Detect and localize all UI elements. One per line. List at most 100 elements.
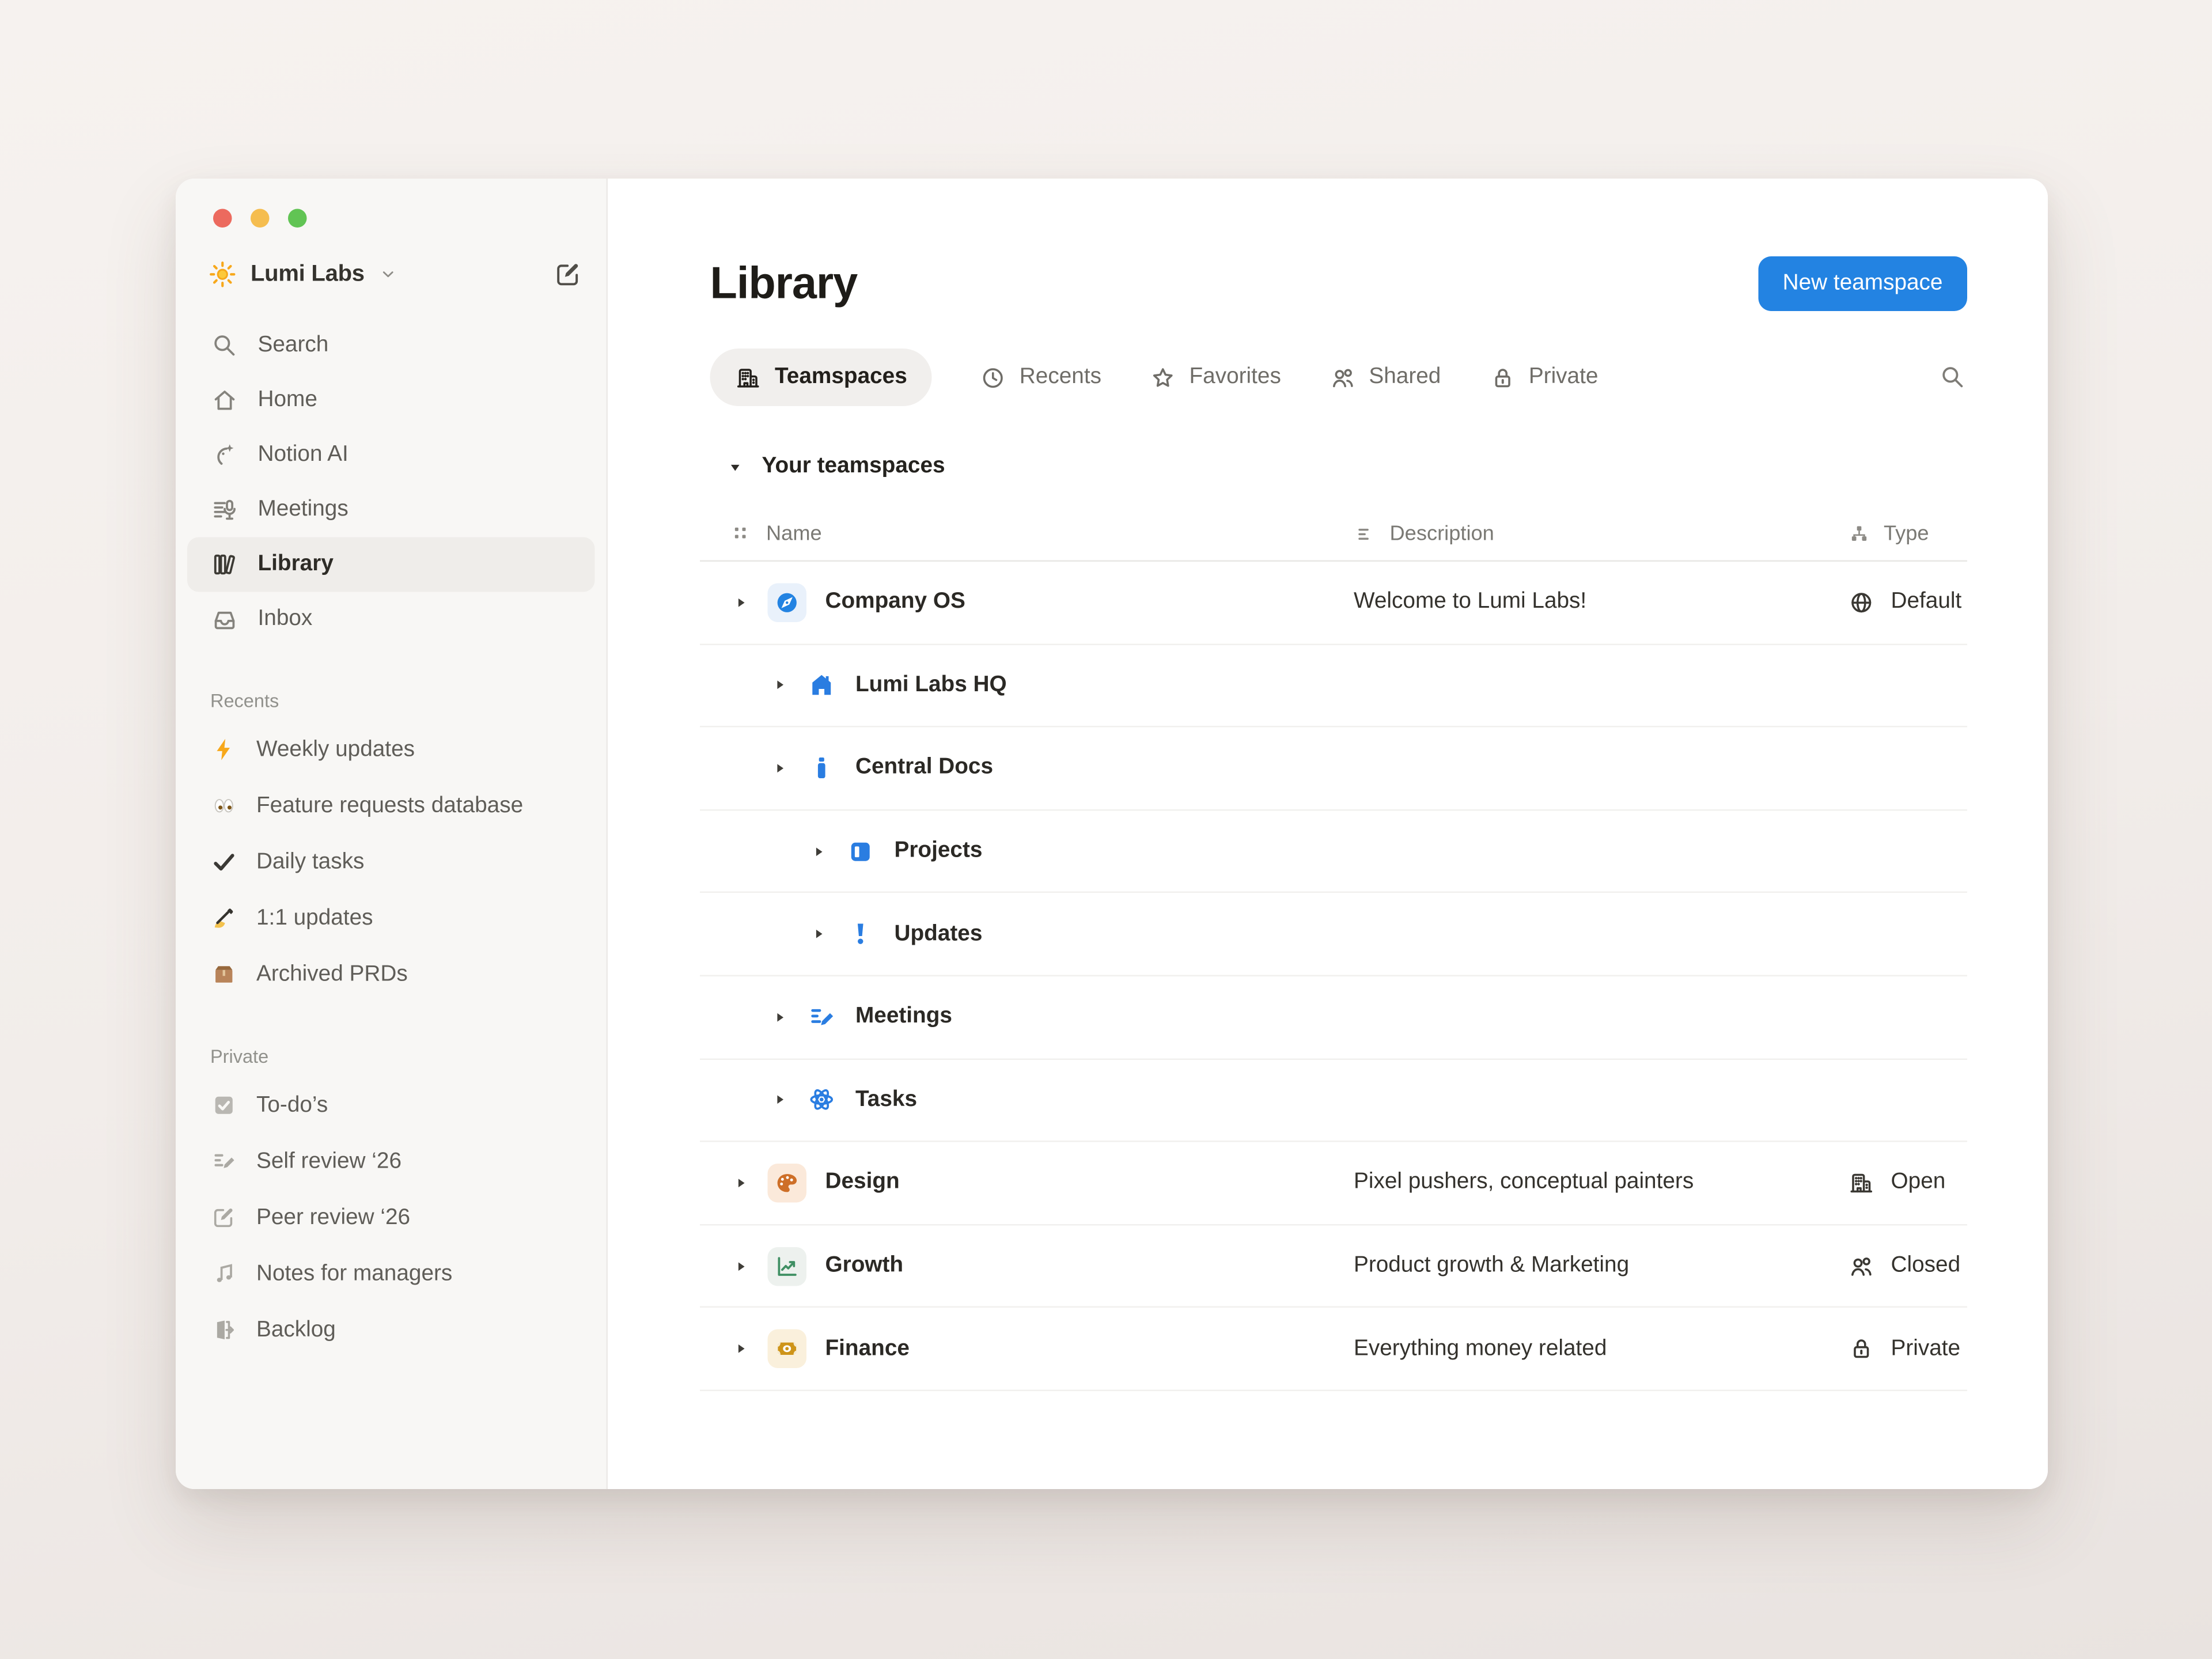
sidebar-item-label: Notion AI (258, 442, 349, 468)
expand-triangle-icon[interactable] (772, 677, 788, 694)
sidebar-item-peer-review-26[interactable]: Peer review ‘26 (187, 1190, 595, 1246)
table-row-central-docs[interactable]: Central Docs (700, 728, 1967, 810)
sidebar-section-recents: RecentsWeekly updatesFeature requests da… (187, 683, 595, 1002)
lines-icon (1354, 522, 1377, 545)
atom-icon (806, 1085, 837, 1115)
expand-triangle-icon[interactable] (733, 1175, 749, 1191)
sidebar-item-label: Weekly updates (256, 737, 415, 763)
meetings-icon (210, 495, 239, 524)
traffic-light-zoom[interactable] (288, 209, 307, 228)
meet-pen-icon (806, 1002, 837, 1032)
cell-description: Product growth & Marketing (1354, 1253, 1848, 1279)
sidebar-item-inbox[interactable]: Inbox (187, 592, 595, 647)
cell-name: Design (700, 1164, 1354, 1203)
type-label: Open (1891, 1170, 1946, 1196)
sidebar-item-self-review-26[interactable]: Self review ‘26 (187, 1134, 595, 1190)
sidebar-item-notion-ai[interactable]: Notion AI (187, 428, 595, 483)
sidebar-item-backlog[interactable]: Backlog (187, 1302, 595, 1358)
tab-recents[interactable]: Recents (979, 363, 1101, 391)
tab-teamspaces[interactable]: Teamspaces (710, 349, 932, 406)
sidebar-item-meetings[interactable]: Meetings (187, 483, 595, 537)
doc-marker-icon (806, 753, 837, 783)
main-panel: Library New teamspace Teamspaces Recents F… (608, 179, 2048, 1489)
exclaim-icon (846, 919, 876, 949)
tab-private[interactable]: Private (1488, 363, 1599, 391)
expand-triangle-icon[interactable] (772, 1092, 788, 1108)
column-header-name[interactable]: Name (700, 522, 1354, 545)
column-label: Type (1884, 522, 1929, 545)
expand-triangle-icon[interactable] (772, 760, 788, 777)
tab-shared[interactable]: Shared (1328, 363, 1441, 391)
cell-type: Private (1848, 1335, 1968, 1363)
table-row-updates[interactable]: Updates (700, 893, 1967, 976)
cell-name: Lumi Labs HQ (700, 670, 1354, 700)
compose-icon[interactable] (553, 259, 584, 290)
sidebar-item-weekly-updates[interactable]: Weekly updates (187, 722, 595, 778)
tab-label: Teamspaces (775, 365, 907, 391)
lock-icon (1848, 1335, 1876, 1363)
teamspace-name: Updates (895, 921, 983, 947)
table-row-growth[interactable]: GrowthProduct growth & MarketingClosed (700, 1225, 1967, 1308)
globe-icon (1848, 589, 1876, 616)
sidebar-item-label: Backlog (256, 1317, 336, 1343)
traffic-light-minimize[interactable] (251, 209, 270, 228)
table-header: Name Description Type (700, 507, 1967, 562)
teamspace-name: Design (825, 1170, 900, 1196)
search-icon[interactable] (1938, 363, 1967, 392)
page-header: Library New teamspace (710, 256, 1968, 311)
sidebar-item-to-do-s[interactable]: To-do’s (187, 1077, 595, 1134)
sidebar-item-label: Archived PRDs (256, 961, 408, 987)
people-icon (1328, 363, 1356, 391)
music-icon (210, 1260, 238, 1288)
house-icon (806, 670, 837, 700)
sidebar-item-label: Home (258, 388, 317, 414)
table-row-projects[interactable]: Projects (700, 810, 1967, 893)
tab-favorites[interactable]: Favorites (1149, 363, 1281, 391)
traffic-light-close[interactable] (213, 209, 232, 228)
sidebar-item-feature-requests-database[interactable]: Feature requests database (187, 778, 595, 834)
new-teamspace-button[interactable]: New teamspace (1758, 256, 1967, 311)
workspace-switcher[interactable]: Lumi Labs (207, 259, 584, 290)
notion-ai-icon (210, 441, 239, 469)
table-row-design[interactable]: DesignPixel pushers, conceptual painters… (700, 1142, 1967, 1225)
column-header-description[interactable]: Description (1354, 522, 1848, 545)
palette-icon (768, 1164, 807, 1203)
expand-triangle-icon[interactable] (772, 1009, 788, 1025)
sidebar-item-search[interactable]: Search (187, 319, 595, 373)
table-row-finance[interactable]: FinanceEverything money relatedPrivate (700, 1308, 1967, 1391)
cell-name: Company OS (700, 583, 1354, 622)
sidebar-item-daily-tasks[interactable]: Daily tasks (187, 834, 595, 891)
section-label: Private (187, 1039, 595, 1073)
sidebar-item-library[interactable]: Library (187, 537, 595, 592)
check-icon (210, 849, 238, 876)
column-header-type[interactable]: Type (1848, 522, 1968, 545)
teamspace-name: Tasks (855, 1087, 917, 1113)
type-label: Default (1891, 589, 1962, 615)
sidebar-item-1-1-updates[interactable]: 1:1 updates (187, 890, 595, 946)
expand-triangle-icon[interactable] (811, 843, 827, 859)
sidebar-item-label: Notes for managers (256, 1261, 452, 1287)
table-row-meetings[interactable]: Meetings (700, 976, 1967, 1059)
expand-triangle-icon[interactable] (733, 1258, 749, 1274)
section-toggle-your-teamspaces[interactable]: Your teamspaces (710, 454, 1968, 480)
table-row-tasks[interactable]: Tasks (700, 1059, 1967, 1142)
sidebar: Lumi Labs Search Home Notion AI Meetings Lib… (176, 179, 608, 1489)
sidebar-item-label: Library (258, 552, 334, 578)
sidebar-item-notes-for-managers[interactable]: Notes for managers (187, 1246, 595, 1302)
cell-name: Finance (700, 1330, 1354, 1369)
tab-label: Recents (1020, 365, 1101, 391)
cell-type: Closed (1848, 1252, 1968, 1280)
sidebar-item-home[interactable]: Home (187, 373, 595, 428)
expand-triangle-icon[interactable] (733, 1341, 749, 1357)
todo-check-icon (210, 1092, 238, 1119)
lock-icon (1488, 363, 1516, 391)
sidebar-item-archived-prds[interactable]: Archived PRDs (187, 946, 595, 1003)
table-row-lumi-labs-hq[interactable]: Lumi Labs HQ (700, 645, 1967, 728)
type-label: Private (1891, 1336, 1961, 1362)
expand-triangle-icon[interactable] (811, 926, 827, 942)
cell-name: Projects (700, 836, 1354, 866)
table-row-company-os[interactable]: Company OSWelcome to Lumi Labs!Default (700, 562, 1967, 645)
expand-triangle-icon[interactable] (733, 594, 749, 611)
section-label: Your teamspaces (762, 454, 945, 480)
type-icon (1848, 522, 1871, 545)
